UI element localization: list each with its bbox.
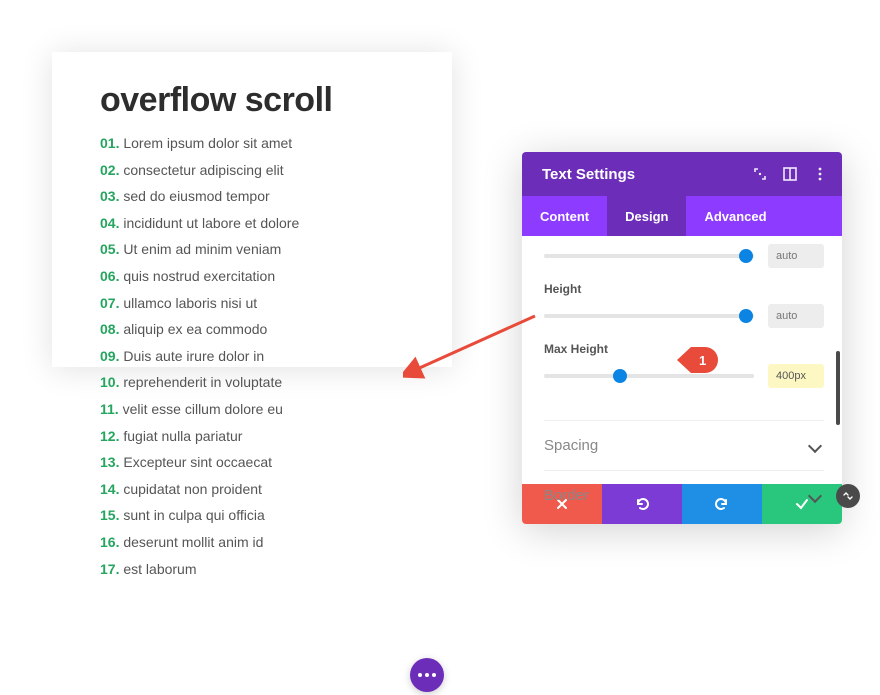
list-number: 13. — [100, 454, 119, 470]
min-height-slider-row: auto — [544, 244, 824, 268]
list-item: 13. Excepteur sint occaecat — [100, 449, 412, 476]
height-slider[interactable] — [544, 314, 754, 318]
list-number: 04. — [100, 215, 119, 231]
list-number: 02. — [100, 162, 119, 178]
list-text: incididunt ut labore et dolore — [123, 215, 299, 231]
list-number: 06. — [100, 268, 119, 284]
chevron-down-icon — [808, 438, 822, 452]
height-thumb[interactable] — [739, 309, 753, 323]
list-number: 09. — [100, 348, 119, 364]
list-item: 03. sed do eiusmod tempor — [100, 183, 412, 210]
min-height-value[interactable]: auto — [768, 244, 824, 268]
panel-scrollbar[interactable] — [836, 351, 840, 425]
list-item: 14. cupidatat non proident — [100, 476, 412, 503]
list-text: sed do eiusmod tempor — [123, 188, 269, 204]
list-number: 17. — [100, 561, 119, 577]
height-label: Height — [544, 282, 824, 296]
list-text: Duis aute irure dolor in — [123, 348, 264, 364]
chevron-down-icon — [808, 488, 822, 502]
panel-header: Text Settings — [522, 152, 842, 196]
list-text: cupidatat non proident — [123, 481, 262, 497]
list-item: 11. velit esse cillum dolore eu — [100, 396, 412, 423]
resize-handle[interactable] — [836, 484, 860, 508]
list-number: 10. — [100, 374, 119, 390]
max-height-slider[interactable] — [544, 374, 754, 378]
tab-advanced[interactable]: Advanced — [686, 196, 784, 236]
accordion-border-label: Border — [544, 487, 589, 504]
list-number: 12. — [100, 428, 119, 444]
panel-tabs: Content Design Advanced — [522, 196, 842, 236]
list-number: 01. — [100, 135, 119, 151]
list-item: 02. consectetur adipiscing elit — [100, 157, 412, 184]
list-text: Ut enim ad minim veniam — [123, 241, 281, 257]
columns-icon[interactable] — [782, 166, 798, 182]
list-text: velit esse cillum dolore eu — [123, 401, 283, 417]
preview-heading: overflow scroll — [100, 80, 412, 120]
ordered-list: 01. Lorem ipsum dolor sit amet02. consec… — [100, 130, 412, 582]
tab-content[interactable]: Content — [522, 196, 607, 236]
list-number: 05. — [100, 241, 119, 257]
min-height-thumb[interactable] — [739, 249, 753, 263]
floating-menu-button[interactable] — [410, 658, 444, 692]
list-text: Lorem ipsum dolor sit amet — [123, 135, 292, 151]
list-item: 05. Ut enim ad minim veniam — [100, 236, 412, 263]
accordion-spacing-label: Spacing — [544, 437, 598, 454]
expand-icon[interactable] — [752, 166, 768, 182]
list-text: consectetur adipiscing elit — [123, 162, 283, 178]
tab-design[interactable]: Design — [607, 196, 686, 236]
list-text: ullamco laboris nisi ut — [123, 295, 257, 311]
list-item: 16. deserunt mollit anim id — [100, 529, 412, 556]
list-item: 07. ullamco laboris nisi ut — [100, 290, 412, 317]
list-item: 17. est laborum — [100, 556, 412, 583]
min-height-slider[interactable] — [544, 254, 754, 258]
max-height-thumb[interactable] — [613, 369, 627, 383]
list-text: fugiat nulla pariatur — [123, 428, 242, 444]
list-text: reprehenderit in voluptate — [123, 374, 282, 390]
accordion-border[interactable]: Border — [544, 470, 824, 520]
list-item: 15. sunt in culpa qui officia — [100, 502, 412, 529]
list-number: 11. — [100, 401, 119, 417]
height-slider-row: Height auto — [544, 282, 824, 328]
max-height-value[interactable]: 400px — [768, 364, 824, 388]
list-item: 12. fugiat nulla pariatur — [100, 423, 412, 450]
list-text: quis nostrud exercitation — [123, 268, 275, 284]
panel-title: Text Settings — [542, 166, 635, 183]
more-icon[interactable] — [812, 166, 828, 182]
accordion-spacing[interactable]: Spacing — [544, 420, 824, 470]
list-number: 08. — [100, 321, 119, 337]
list-text: sunt in culpa qui officia — [123, 507, 264, 523]
list-number: 03. — [100, 188, 119, 204]
list-text: aliquip ex ea commodo — [123, 321, 267, 337]
list-item: 09. Duis aute irure dolor in — [100, 343, 412, 370]
list-item: 06. quis nostrud exercitation — [100, 263, 412, 290]
height-value[interactable]: auto — [768, 304, 824, 328]
list-item: 10. reprehenderit in voluptate — [100, 369, 412, 396]
list-text: Excepteur sint occaecat — [123, 454, 272, 470]
list-number: 14. — [100, 481, 119, 497]
list-item: 08. aliquip ex ea commodo — [100, 316, 412, 343]
list-number: 07. — [100, 295, 119, 311]
list-text: est laborum — [123, 561, 196, 577]
list-text: deserunt mollit anim id — [123, 534, 263, 550]
list-number: 16. — [100, 534, 119, 550]
text-settings-panel: Text Settings Content Design Advanced — [522, 152, 842, 524]
list-item: 01. Lorem ipsum dolor sit amet — [100, 130, 412, 157]
list-number: 15. — [100, 507, 119, 523]
list-item: 04. incididunt ut labore et dolore — [100, 210, 412, 237]
text-module-preview: overflow scroll 01. Lorem ipsum dolor si… — [52, 52, 452, 367]
